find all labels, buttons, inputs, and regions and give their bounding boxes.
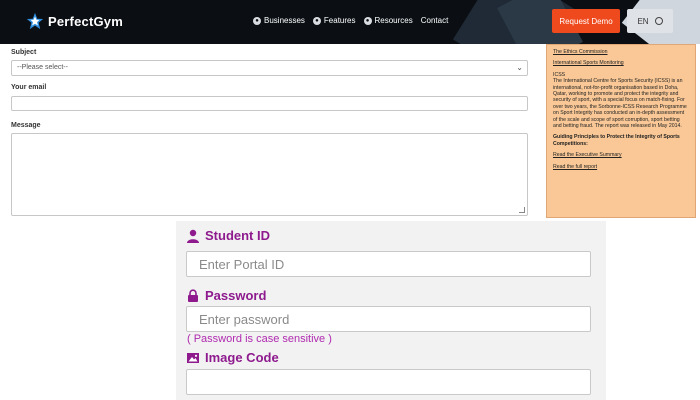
message-label: Message — [11, 122, 41, 129]
password-placeholder: Enter password — [199, 311, 290, 327]
brand-logo[interactable]: PerfectGym — [26, 12, 123, 30]
nav-label: Businesses — [264, 16, 305, 25]
globe-icon: ● — [312, 16, 321, 25]
globe-icon: ● — [363, 16, 372, 25]
guiding-principles-heading: Guiding Principles to Protect the Integr… — [553, 134, 680, 147]
password-input[interactable]: Enter password — [186, 306, 591, 332]
subject-label: Subject — [11, 49, 37, 56]
star-logo-icon — [26, 12, 44, 30]
student-id-placeholder: Enter Portal ID — [199, 256, 285, 272]
nav-resources[interactable]: ● Resources — [363, 16, 413, 25]
nav-businesses[interactable]: ● Businesses — [253, 16, 305, 25]
link-sports-monitoring[interactable]: International Sports Monitoring — [553, 60, 689, 66]
email-field[interactable] — [11, 96, 528, 111]
info-sidebar: The Ethics Commission International Spor… — [546, 44, 696, 218]
email-label: Your email — [11, 84, 47, 91]
nav-features[interactable]: ● Features — [312, 16, 356, 25]
password-label: Password — [205, 288, 267, 303]
request-demo-button[interactable]: Request Demo — [552, 9, 620, 33]
resize-handle[interactable] — [519, 207, 525, 213]
image-code-input[interactable] — [186, 369, 591, 395]
brand-name: PerfectGym — [48, 13, 123, 29]
password-hint: ( Password is case sensitive ) — [187, 333, 332, 345]
link-full-report[interactable]: Read the full report — [553, 164, 689, 170]
student-id-heading: Student ID — [186, 228, 270, 243]
link-ethics-commission[interactable]: The Ethics Commission — [553, 49, 689, 55]
globe-icon — [654, 17, 663, 25]
image-icon — [187, 352, 199, 363]
image-code-heading: Image Code — [186, 350, 279, 365]
student-id-label: Student ID — [205, 228, 270, 243]
top-header: PerfectGym ● Businesses ● Features ● Res… — [0, 0, 700, 44]
student-id-input[interactable]: Enter Portal ID — [186, 251, 591, 277]
nav-label: Contact — [420, 16, 449, 25]
language-label: EN — [637, 16, 649, 26]
nav-contact[interactable]: Contact — [421, 16, 449, 25]
subject-value: --Please select-- — [17, 64, 68, 71]
link-executive-summary[interactable]: Read the Executive Summary — [553, 152, 689, 158]
globe-icon: ● — [253, 16, 261, 25]
chevron-down-icon: ⌄ — [516, 63, 523, 72]
icss-description: The International Centre for Sports Secu… — [553, 78, 687, 130]
password-heading: Password — [186, 288, 266, 303]
main-nav: ● Businesses ● Features ● Resources Cont… — [253, 16, 448, 25]
nav-label: Features — [323, 16, 356, 25]
user-icon — [187, 229, 199, 243]
subject-select[interactable]: --Please select-- ⌄ — [11, 60, 528, 76]
message-field[interactable] — [11, 133, 528, 216]
nav-label: Resources — [374, 16, 413, 25]
language-selector[interactable]: EN — [627, 9, 673, 33]
lock-icon — [188, 288, 198, 302]
image-code-label: Image Code — [205, 350, 279, 365]
